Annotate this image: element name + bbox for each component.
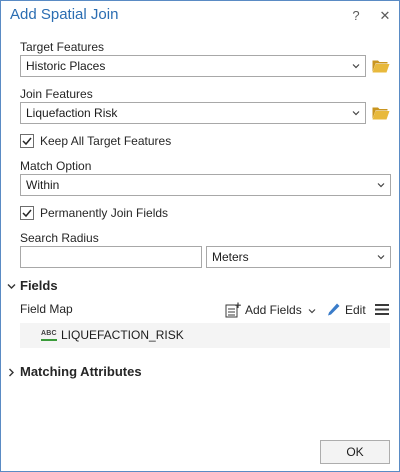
pencil-icon <box>328 303 340 316</box>
field-name: LIQUEFACTION_RISK <box>61 328 184 342</box>
add-fields-icon <box>225 302 241 318</box>
match-option-dropdown[interactable]: Within <box>20 174 391 196</box>
add-fields-label: Add Fields <box>245 303 302 317</box>
search-radius-unit-dropdown[interactable]: Meters <box>206 246 391 268</box>
target-features-label: Target Features <box>20 40 105 54</box>
checkmark-icon <box>22 209 32 218</box>
folder-icon[interactable] <box>372 106 390 120</box>
menu-icon[interactable] <box>375 303 389 316</box>
field-map-list: ABC LIQUEFACTION_RISK <box>20 323 390 348</box>
chevron-down-icon <box>377 255 385 260</box>
chevron-down-icon <box>352 64 360 69</box>
match-option-label: Match Option <box>20 159 92 173</box>
search-radius-input[interactable] <box>20 246 202 268</box>
checkmark-icon <box>22 137 32 146</box>
title-bar: Add Spatial Join ? ✕ <box>1 1 399 31</box>
target-features-dropdown[interactable]: Historic Places <box>20 55 366 77</box>
chevron-down-icon <box>308 309 316 314</box>
close-icon[interactable]: ✕ <box>377 8 393 24</box>
target-features-value: Historic Places <box>26 59 106 73</box>
text-field-icon-underline <box>41 339 57 341</box>
ok-button[interactable]: OK <box>320 440 390 464</box>
checkbox-box[interactable] <box>20 206 34 220</box>
join-features-label: Join Features <box>20 87 93 101</box>
help-icon[interactable]: ? <box>348 8 364 24</box>
chevron-down-icon <box>377 183 385 188</box>
field-map-label: Field Map <box>20 302 73 316</box>
search-radius-unit-value: Meters <box>212 250 249 264</box>
checkbox-box[interactable] <box>20 134 34 148</box>
folder-icon[interactable] <box>372 59 390 73</box>
text-field-icon: ABC <box>41 330 57 337</box>
chevron-down-icon <box>352 111 360 116</box>
matching-attributes-title: Matching Attributes <box>20 364 142 379</box>
keep-all-label: Keep All Target Features <box>40 134 172 148</box>
fields-section-title: Fields <box>20 278 58 293</box>
add-spatial-join-dialog: Add Spatial Join ? ✕ Target Features His… <box>0 0 400 472</box>
caret-down-icon <box>7 284 16 289</box>
edit-label: Edit <box>345 303 366 317</box>
list-item[interactable]: ABC LIQUEFACTION_RISK <box>20 323 390 348</box>
search-radius-label: Search Radius <box>20 231 99 245</box>
dialog-title: Add Spatial Join <box>10 6 119 23</box>
permanently-join-label: Permanently Join Fields <box>40 206 169 220</box>
caret-right-icon <box>9 368 14 377</box>
match-option-value: Within <box>26 178 60 192</box>
join-features-value: Liquefaction Risk <box>26 106 118 120</box>
join-features-dropdown[interactable]: Liquefaction Risk <box>20 102 366 124</box>
